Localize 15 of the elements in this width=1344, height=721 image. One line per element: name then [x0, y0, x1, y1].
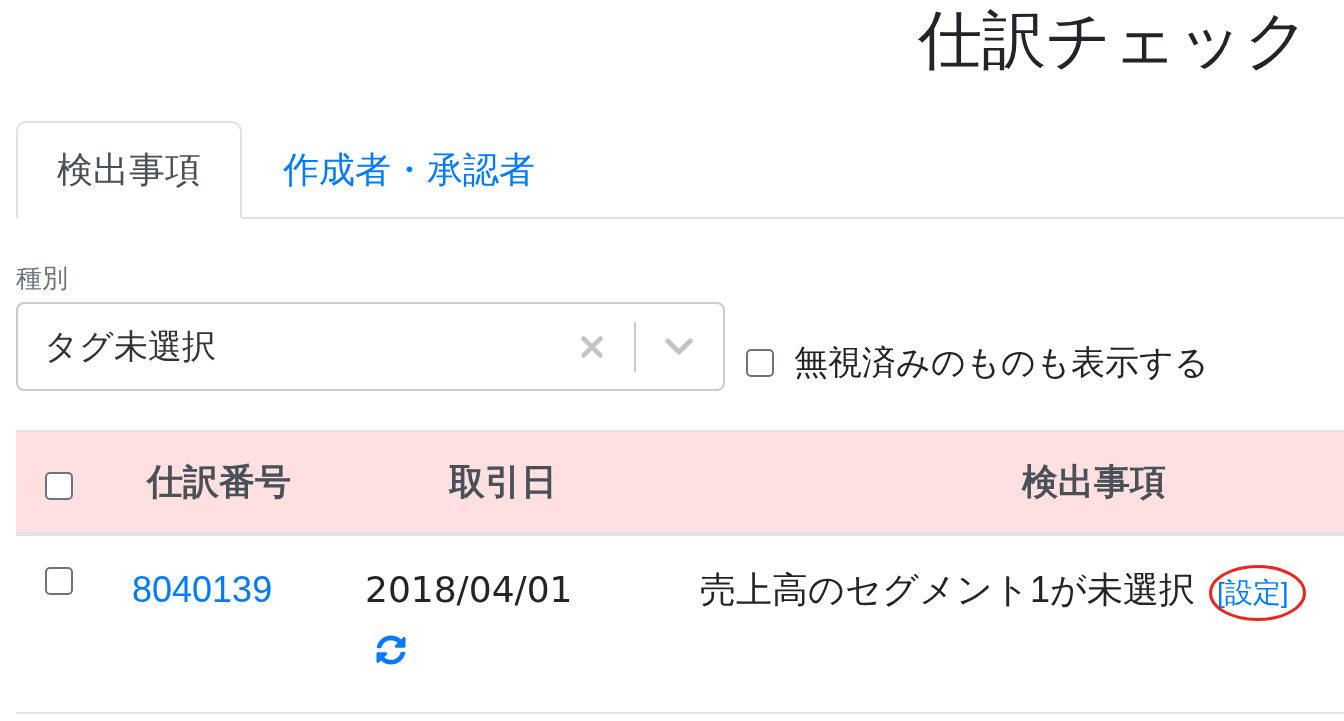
column-header: 取引日 [448, 461, 557, 503]
date-text: 2018/04/01 [365, 568, 573, 613]
row-checkbox[interactable] [45, 567, 73, 596]
tab[interactable]: 作成者・承認者 [242, 121, 576, 219]
checkbox-label: 無視済みのものも表示する [794, 342, 1209, 384]
issue-text: 売上高のセグメント1が未選択 [700, 568, 1196, 613]
entry-number-link[interactable]: 8040139 [132, 569, 273, 611]
page-title: 仕訳チェック [918, 3, 1310, 78]
column-header: 検出事項 [1022, 461, 1166, 503]
column-header: 仕訳番号 [146, 461, 291, 503]
tab[interactable]: 検出事項 [16, 121, 242, 219]
show-ignored-checkbox[interactable] [746, 348, 774, 377]
field-label: 種別 [16, 263, 68, 295]
sync-icon[interactable] [376, 635, 406, 666]
select-all-checkbox[interactable] [45, 471, 73, 500]
